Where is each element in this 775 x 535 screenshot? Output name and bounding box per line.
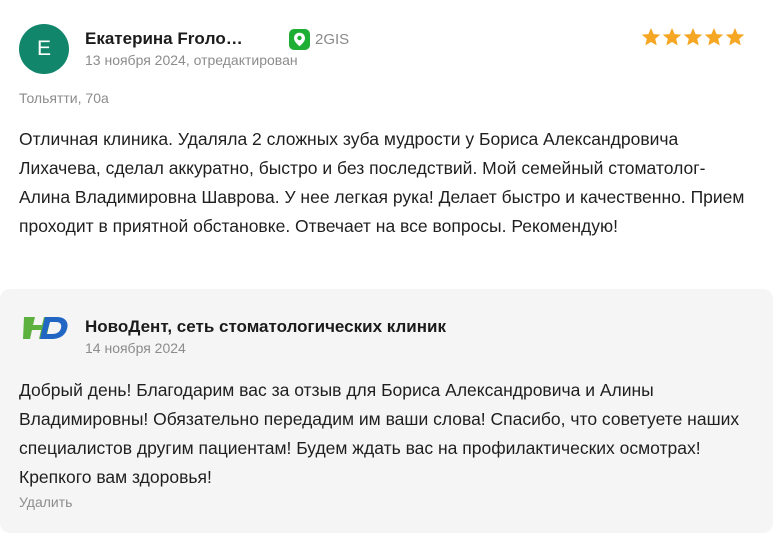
source-label: 2GIS xyxy=(315,31,350,48)
star-icon xyxy=(662,28,682,46)
author-avatar: Е xyxy=(19,24,69,74)
review-text: Отличная клиника. Удаляла 2 сложных зуба… xyxy=(19,129,745,236)
author-name: Екатерина Froло… xyxy=(85,29,243,48)
avatar-initial: Е xyxy=(36,37,51,60)
reply-author: НовоДент, сеть стоматологических клиник xyxy=(85,317,446,336)
star-icon xyxy=(641,28,661,46)
star-icon xyxy=(704,28,724,46)
star-icon xyxy=(725,28,745,46)
novodent-logo xyxy=(23,317,68,339)
star-icon xyxy=(683,28,703,46)
star-rating xyxy=(641,27,745,47)
delete-reply-button[interactable]: Удалить xyxy=(19,494,72,510)
company-reply: НовоДент, сеть стоматологических клиник … xyxy=(0,289,773,533)
reply-date: 14 ноября 2024 xyxy=(85,340,186,356)
reply-text: Добрый день! Благодарим вас за отзыв для… xyxy=(19,380,740,487)
review-source: 2GIS xyxy=(289,29,349,50)
review-card: Е Екатерина Froло… 2GIS 13 ноября 2024, … xyxy=(0,0,775,535)
review-date: 13 ноября 2024, отредактирован xyxy=(85,52,298,68)
branch-address: Тольятти, 70а xyxy=(19,90,109,106)
2gis-icon xyxy=(289,29,310,50)
